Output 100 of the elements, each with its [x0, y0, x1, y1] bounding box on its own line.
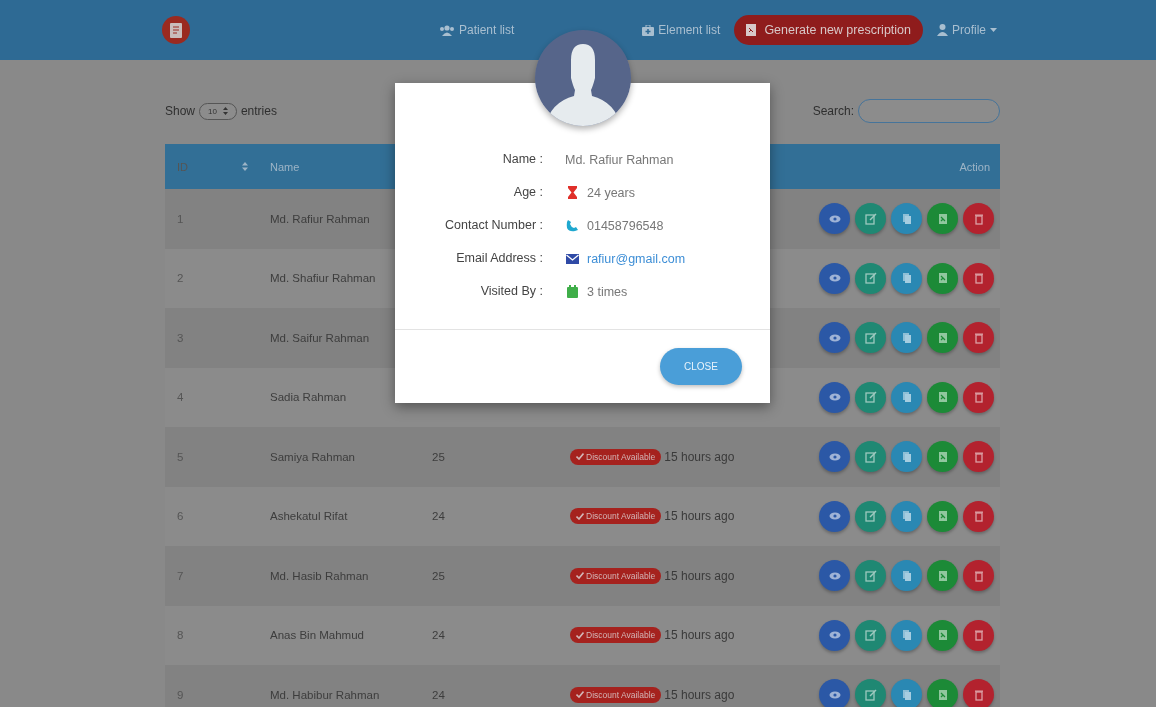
copy-button[interactable] [891, 560, 922, 592]
trash-icon [972, 272, 985, 285]
trash-icon [972, 569, 985, 582]
edit-button[interactable] [855, 381, 886, 413]
time-ago: 15 hours ago [664, 568, 735, 583]
prescription-logo[interactable] [162, 16, 190, 44]
edit-button[interactable] [855, 441, 886, 473]
calendar-icon [566, 285, 578, 298]
table-cell: Md. Habibur Rahman [270, 688, 380, 701]
edit-button[interactable] [855, 262, 886, 294]
search-field[interactable] [858, 99, 1000, 123]
prescription-button[interactable] [927, 679, 958, 707]
document-icon [936, 212, 949, 225]
discount-badge: Discount Available [570, 627, 662, 644]
time-ago: 15 hours ago [664, 628, 735, 643]
edit-button[interactable] [855, 203, 886, 235]
edit-button[interactable] [855, 679, 886, 707]
edit-icon [864, 510, 877, 523]
close-button[interactable]: CLOSE [660, 348, 742, 385]
user-icon [937, 24, 948, 36]
delete-button[interactable] [963, 262, 994, 294]
edit-button[interactable] [855, 619, 886, 651]
trash-icon [972, 391, 985, 404]
edit-button[interactable] [855, 560, 886, 592]
discount-badge: Discount Available [570, 567, 662, 584]
view-button[interactable] [819, 203, 850, 235]
view-button[interactable] [819, 322, 850, 354]
copy-button[interactable] [891, 262, 922, 294]
document-icon [936, 688, 949, 701]
prescription-button[interactable] [927, 262, 958, 294]
discount-badge: Discount Available [570, 448, 662, 465]
delete-button[interactable] [963, 679, 994, 707]
sort-icon [242, 162, 248, 171]
delete-button[interactable] [963, 381, 994, 413]
trash-icon [972, 510, 985, 523]
field-label: Email Address : [455, 250, 543, 267]
view-button[interactable] [819, 381, 850, 413]
copy-icon [900, 510, 913, 523]
table-cell: 25 [432, 450, 445, 463]
delete-button[interactable] [963, 560, 994, 592]
copy-icon [900, 272, 913, 285]
table-cell: Anas Bin Mahmud [270, 629, 364, 642]
time-ago: 15 hours ago [664, 687, 735, 702]
time-ago: 15 hours ago [664, 509, 735, 524]
field-label: Visited By : [479, 283, 543, 300]
copy-icon [900, 569, 913, 582]
select-arrows-icon [222, 107, 228, 115]
caret-icon [990, 28, 997, 32]
generate-prescription-button[interactable]: Generate new prescription [734, 15, 923, 45]
copy-icon [900, 391, 913, 404]
delete-button[interactable] [963, 619, 994, 651]
page-size-select[interactable]: 10 [199, 102, 237, 120]
prescription-button[interactable] [927, 381, 958, 413]
prescription-button[interactable] [927, 203, 958, 235]
view-button[interactable] [819, 262, 850, 294]
edit-icon [864, 450, 877, 463]
email-link[interactable]: rafiur@gmail.com [587, 251, 686, 266]
view-button[interactable] [819, 619, 850, 651]
delete-button[interactable] [963, 203, 994, 235]
view-button[interactable] [819, 560, 850, 592]
copy-icon [900, 331, 913, 344]
profile-menu[interactable]: Profile [933, 19, 1001, 41]
edit-icon [864, 212, 877, 225]
copy-button[interactable] [891, 500, 922, 532]
prescription-button[interactable] [927, 322, 958, 354]
nav-link[interactable]: Element list [638, 19, 725, 41]
edit-button[interactable] [855, 322, 886, 354]
view-button[interactable] [819, 500, 850, 532]
copy-button[interactable] [891, 679, 922, 707]
prescription-button[interactable] [927, 619, 958, 651]
discount-badge: Discount Available [570, 508, 662, 525]
field-value: 01458796548 [587, 218, 664, 233]
document-icon [936, 331, 949, 344]
copy-button[interactable] [891, 619, 922, 651]
view-button[interactable] [819, 679, 850, 707]
trash-icon [972, 629, 985, 642]
column-header: Action [958, 159, 991, 175]
document-icon [936, 569, 949, 582]
prescription-button[interactable] [927, 441, 958, 473]
copy-button[interactable] [891, 381, 922, 413]
copy-button[interactable] [891, 203, 922, 235]
view-button[interactable] [819, 441, 850, 473]
table-cell: Samiya Rahman [270, 450, 355, 463]
trash-icon [972, 688, 985, 701]
nav-link[interactable]: Patient list [435, 19, 519, 41]
copy-button[interactable] [891, 322, 922, 354]
delete-button[interactable] [963, 500, 994, 532]
document-icon [936, 391, 949, 404]
users-icon [439, 24, 455, 36]
edit-button[interactable] [855, 500, 886, 532]
prescription-button[interactable] [927, 560, 958, 592]
copy-icon [900, 450, 913, 463]
delete-button[interactable] [963, 322, 994, 354]
edit-icon [864, 272, 877, 285]
prescription-button[interactable] [927, 500, 958, 532]
table-cell: Md. Saifur Rahman [270, 331, 370, 344]
delete-button[interactable] [963, 441, 994, 473]
table-cell: Ashekatul Rifat [270, 510, 348, 523]
document-icon [936, 450, 949, 463]
copy-button[interactable] [891, 441, 922, 473]
